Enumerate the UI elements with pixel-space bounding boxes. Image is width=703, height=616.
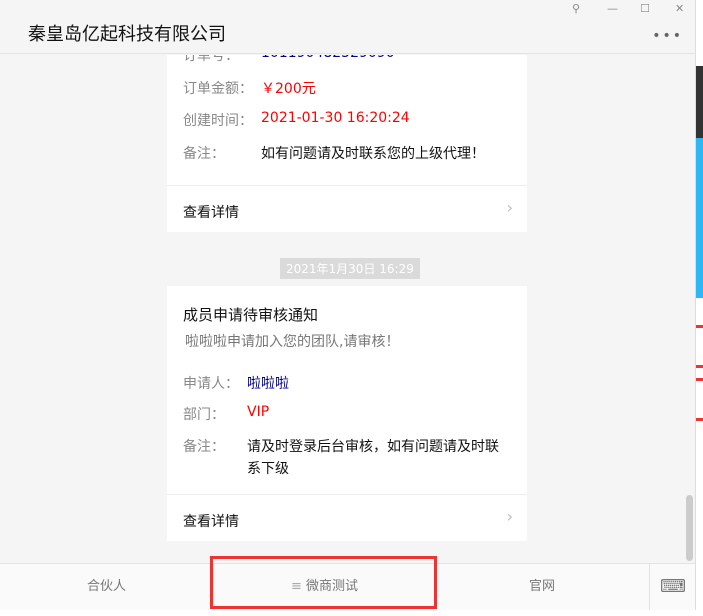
dept-value: VIP [247,404,270,420]
view-details-label: 查看详情 [183,514,239,530]
close-button[interactable]: ✕ [675,2,684,15]
note-value: 如有问题请及时联系您的上级代理！ [261,146,485,162]
card-title: 成员申请待审核通知 [183,306,319,324]
order-no-label: 订单号： [183,55,239,64]
more-icon[interactable]: ••• [652,28,683,44]
chevron-right-icon: › [506,198,513,217]
created-label: 创建时间： [183,113,253,129]
timestamp: 2021年1月30日 16:29 [280,258,420,279]
background-window [696,0,703,616]
view-details-button[interactable]: 查看详情 › [167,494,527,540]
pin-icon[interactable]: ⚲ [572,2,580,15]
created-value: 2021-01-30 16:20:24 [261,110,410,126]
order-no-value: 101190482529090 [261,55,395,65]
order-card: 订单号： 101190482529090 订单金额： ￥200元 创建时间： 2021… [167,55,527,232]
view-details-button[interactable]: 查看详情 › [167,185,527,231]
title-bar: 秦皇岛亿起科技有限公司 ⚲ — ☐ ✕ ••• [0,0,695,54]
highlight-box [210,556,437,609]
chevron-right-icon: › [506,507,513,526]
maximize-button[interactable]: ☐ [640,2,650,15]
applicant-value: 啦啦啦 [247,376,289,392]
chat-window: 秦皇岛亿起科技有限公司 ⚲ — ☐ ✕ ••• 订单号： 101190482529… [0,0,696,610]
message-list: 订单号： 101190482529090 订单金额： ￥200元 创建时间： 2021… [0,55,695,563]
amount-value: ￥200元 [261,81,316,97]
applicant-label: 申请人： [183,376,239,392]
card-subtitle: 啦啦啦申请加入您的团队,请审核！ [185,334,400,350]
menu-tab-partner[interactable]: 合伙人 [0,564,213,610]
window-title: 秦皇岛亿起科技有限公司 [28,24,226,45]
minimize-button[interactable]: — [607,2,618,15]
note-label: 备注： [183,439,225,455]
view-details-label: 查看详情 [183,205,239,221]
keyboard-icon[interactable]: ⌨ [649,564,695,610]
member-application-card: 成员申请待审核通知 啦啦啦申请加入您的团队,请审核！ 申请人： 啦啦啦 部门： VI… [167,286,527,541]
dept-label: 部门： [183,407,225,423]
menu-tab-website[interactable]: 官网 [435,564,649,610]
note-label: 备注： [183,146,225,162]
note-value: 请及时登录后台审核，如有问题请及时联系下级 [247,439,499,477]
amount-label: 订单金额： [183,81,253,97]
scrollbar[interactable] [686,495,693,561]
